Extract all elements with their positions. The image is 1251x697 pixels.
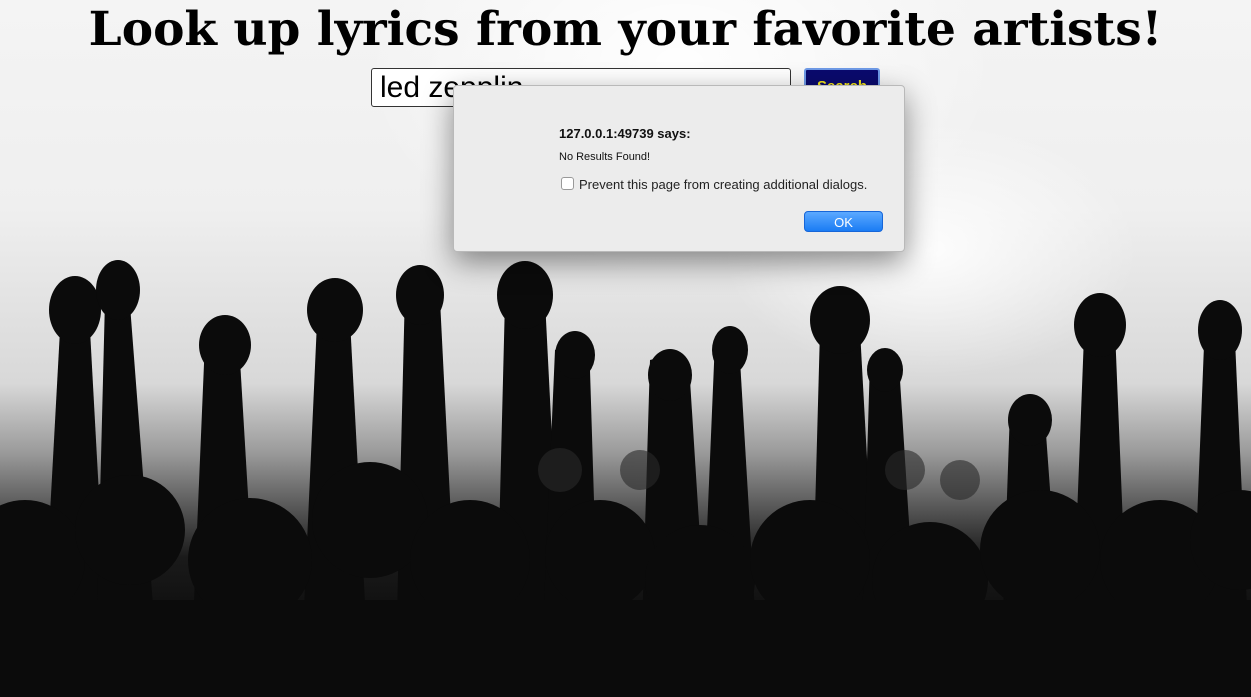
prevent-dialogs-label[interactable]: Prevent this page from creating addition… — [579, 177, 867, 192]
alert-dialog: 127.0.0.1:49739 says: No Results Found! … — [453, 85, 905, 252]
page-title: Look up lyrics from your favorite artist… — [88, 2, 1163, 57]
prevent-dialogs-checkbox[interactable] — [561, 177, 574, 190]
dialog-title: 127.0.0.1:49739 says: — [559, 126, 691, 141]
ok-button[interactable]: OK — [804, 211, 883, 232]
dialog-message: No Results Found! — [559, 151, 651, 163]
